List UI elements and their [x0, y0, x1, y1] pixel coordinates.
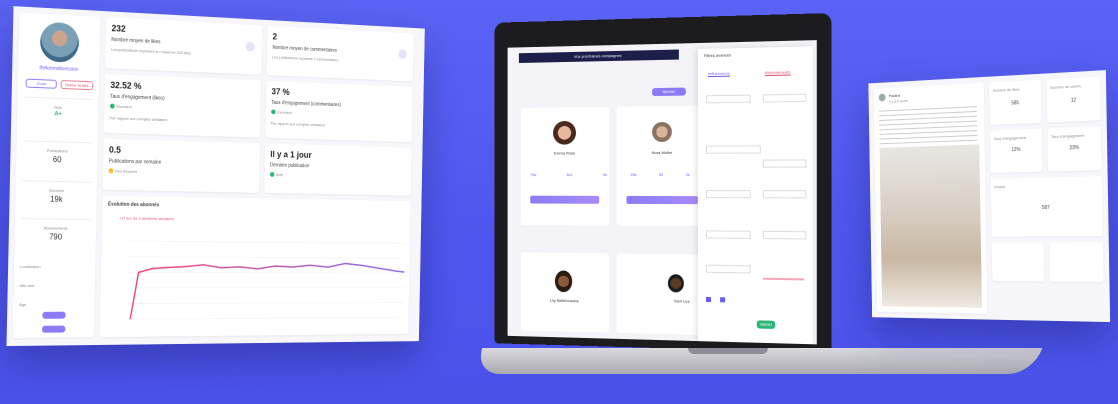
influencer-avatar — [652, 121, 672, 143]
metric-card: Nombre de comm. 12 — [1046, 76, 1101, 123]
profile-avatar — [39, 21, 80, 63]
view-profile-button[interactable] — [530, 195, 600, 204]
side-stat: Publications 60 — [21, 140, 93, 179]
influencer-avatar — [553, 120, 577, 145]
influencer-card[interactable]: Lily Bellefontaine — [520, 252, 609, 333]
side-action-button[interactable] — [42, 311, 66, 319]
filter-field[interactable] — [762, 190, 807, 199]
post-card: Pauline Il y a 2 jours — [873, 82, 988, 314]
followers-chart-card: Évolution des abonnés +17 sur les 3 dern… — [99, 195, 411, 338]
side-stat: Note A+ — [22, 96, 93, 140]
side-info: Localisation Site web Âge — [19, 264, 41, 307]
profile-name[interactable]: thekeenobsession — [18, 64, 99, 73]
laptop-notch — [688, 348, 768, 354]
profile-sidebar: thekeenobsession Profil Retirer la liste… — [12, 12, 101, 339]
filter-field[interactable] — [705, 230, 751, 239]
engagement-comments-card: 37 % Taux d'engagement (commentaires) Ex… — [265, 80, 413, 143]
metric-card: Taux d'engagement 23% — [1047, 126, 1102, 172]
followers-line-chart — [100, 196, 411, 337]
filter-field[interactable] — [762, 230, 807, 240]
post-stats-panel: Pauline Il y a 2 jours Nombre de likes 5… — [868, 70, 1111, 323]
laptop-screen: Vos prochaines campagnes Ajouter Emma Ro… — [507, 40, 817, 345]
laptop-lid: Vos prochaines campagnes Ajouter Emma Ro… — [494, 12, 832, 354]
filter-field[interactable] — [705, 190, 751, 199]
info-card — [991, 242, 1045, 282]
engagement-likes-card: 32.52 % Taux d'engagement (likes) Excell… — [103, 73, 262, 138]
status-dot — [109, 104, 115, 110]
side-stat: Abonnements 790 — [20, 218, 91, 256]
metric-card: Nombre de likes 585 — [989, 79, 1042, 125]
filters-drawer: Filtres avancés Influenceurs Abonnements… — [697, 46, 813, 345]
tab-influencers[interactable]: Influenceurs — [707, 70, 730, 78]
view-profile-button[interactable] — [626, 195, 698, 205]
status-dot — [269, 172, 275, 178]
profile-button[interactable]: Profil — [25, 78, 57, 89]
tab-subscriptions[interactable]: Abonnements — [764, 69, 791, 77]
submit-button[interactable]: Valider — [756, 320, 776, 329]
filters-title: Filtres avancés — [703, 52, 732, 58]
filter-field[interactable] — [762, 93, 807, 103]
influencer-stats-panel: thekeenobsession Profil Retirer la liste… — [6, 6, 425, 347]
influencer-card[interactable]: Nora Muller 49k 92 2k — [616, 105, 708, 227]
filter-field[interactable] — [762, 159, 807, 168]
influencer-avatar — [667, 274, 684, 293]
laptop-mockup: Vos prochaines campagnes Ajouter Emma Ro… — [473, 12, 1043, 388]
remove-from-list-button[interactable]: Retirer la liste — [60, 80, 94, 91]
checkbox[interactable] — [720, 297, 726, 303]
influencer-avatar — [554, 270, 573, 293]
filter-field[interactable] — [705, 264, 751, 274]
status-dot — [108, 168, 114, 174]
avg-likes-card: 232 Nombre moyen de likes Les publicatio… — [105, 17, 263, 75]
post-image — [879, 144, 982, 308]
influencer-card[interactable]: Sam Lee — [616, 253, 708, 336]
metric-card: Taux d'engagement 12% — [989, 128, 1043, 174]
info-card — [1049, 242, 1104, 282]
side-action-button[interactable] — [42, 325, 66, 333]
filter-field[interactable] — [705, 94, 751, 104]
checkbox[interactable] — [705, 296, 711, 303]
status-dot — [271, 109, 276, 115]
add-button[interactable]: Ajouter — [652, 87, 686, 97]
avg-comments-card: 2 Nombre moyen de commentaires Les publi… — [266, 25, 414, 82]
post-caption — [878, 106, 978, 145]
side-stat: Abonnés 19k — [20, 180, 92, 219]
last-post-card: Il y a 1 jour Dernière publication Actif — [264, 143, 412, 196]
comment-icon — [398, 49, 407, 59]
influencer-card[interactable]: Emma Rose 79k 301 9k — [520, 106, 609, 226]
campaign-banner: Vos prochaines campagnes — [518, 49, 679, 64]
post-avatar — [878, 93, 886, 102]
reach-card: Portée 587 — [990, 176, 1103, 237]
filter-field[interactable] — [705, 145, 761, 154]
range-slider[interactable] — [762, 277, 805, 281]
posts-per-week-card: 0.5 Publications par semaine Peu fréquen… — [102, 138, 260, 193]
like-icon — [245, 41, 255, 52]
